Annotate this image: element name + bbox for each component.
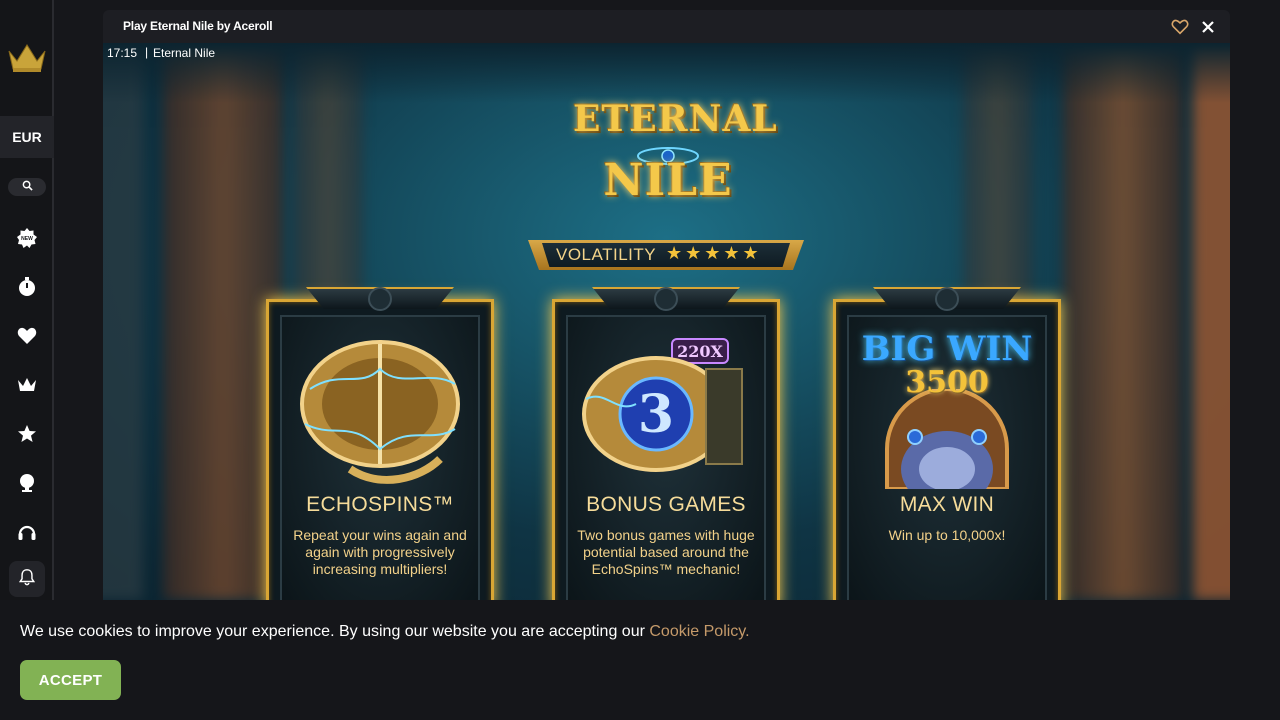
currency-label: EUR bbox=[12, 129, 42, 145]
crown-icon bbox=[17, 375, 37, 400]
card-cap-ornament bbox=[368, 287, 392, 311]
feature-card-bonus-games: 220X 3 BONUS GAMES Two bonus games with … bbox=[552, 287, 780, 600]
headset-icon bbox=[17, 522, 37, 547]
nav-popular[interactable] bbox=[15, 424, 39, 448]
game-clock: 17:15 bbox=[107, 46, 138, 60]
card-description: Repeat your wins again and again with pr… bbox=[293, 527, 467, 577]
multiplier-badge: 220X bbox=[677, 342, 723, 361]
logo-line-1: ETERNAL bbox=[573, 98, 778, 140]
background-pillar bbox=[1063, 43, 1183, 600]
nav-support[interactable] bbox=[15, 522, 39, 546]
cookie-banner: We use cookies to improve your experienc… bbox=[0, 600, 1280, 720]
card-cap-ornament bbox=[654, 287, 678, 311]
feature-card-max-win: BIG WIN 3500 MAX WIN Win up to 10,000x! bbox=[833, 287, 1061, 600]
game-canvas[interactable]: 17:15 | Eternal Nile ETERNAL NILE VOLATI… bbox=[103, 43, 1230, 600]
sidebar: EUR NEW bbox=[0, 0, 54, 600]
nav-vip[interactable] bbox=[15, 375, 39, 399]
nav-favorites[interactable] bbox=[15, 326, 39, 350]
heart-icon bbox=[17, 326, 37, 351]
golden-eye-icon bbox=[300, 340, 460, 484]
background-pillar bbox=[163, 43, 283, 600]
background-pillar bbox=[103, 43, 143, 600]
new-badge-text: NEW bbox=[21, 236, 33, 242]
cookie-message: We use cookies to improve your experienc… bbox=[20, 623, 750, 641]
search-icon bbox=[22, 178, 33, 196]
close-icon bbox=[1199, 21, 1217, 40]
cookie-policy-link[interactable]: Cookie Policy. bbox=[649, 623, 749, 640]
card-title: MAX WIN bbox=[899, 493, 995, 516]
game-logo: ETERNAL NILE bbox=[573, 93, 778, 228]
star-icon bbox=[17, 424, 37, 449]
app-root: EUR NEW Play Eternal Nile by Aceroll 17:… bbox=[0, 0, 1280, 720]
timer-icon bbox=[17, 276, 37, 302]
crown-logo-icon[interactable] bbox=[7, 43, 47, 73]
notifications-button[interactable] bbox=[9, 561, 45, 597]
currency-button[interactable]: EUR bbox=[0, 116, 54, 158]
portal-icon bbox=[885, 389, 1009, 489]
feature-card-echospins: ECHOSPINS™ Repeat your wins again and ag… bbox=[266, 287, 494, 600]
heart-outline-icon bbox=[1171, 19, 1189, 40]
big-win-amount: 3500 bbox=[905, 365, 989, 400]
hud-separator: | bbox=[145, 45, 149, 59]
nav-timer[interactable] bbox=[15, 276, 39, 302]
big-win-art: BIG WIN 3500 bbox=[857, 329, 1037, 489]
nav-tournaments[interactable] bbox=[15, 473, 39, 497]
logo-line-2: NILE bbox=[603, 155, 733, 206]
big-win-line: BIG WIN bbox=[861, 329, 1033, 369]
accept-cookies-button[interactable]: ACCEPT bbox=[20, 660, 121, 700]
card-title: BONUS GAMES bbox=[586, 493, 746, 516]
cookie-message-text: We use cookies to improve your experienc… bbox=[20, 623, 650, 640]
search-button[interactable] bbox=[8, 178, 46, 196]
new-badge-icon: NEW bbox=[17, 227, 37, 253]
card-description: Two bonus games with huge potential base… bbox=[577, 527, 755, 577]
blue-eye-orb-icon: 220X 3 bbox=[582, 338, 743, 472]
card-title: ECHOSPINS™ bbox=[306, 493, 454, 516]
game-title-bar: Play Eternal Nile by Aceroll bbox=[103, 10, 1230, 43]
favorite-button[interactable] bbox=[1171, 18, 1189, 36]
close-button[interactable] bbox=[1199, 18, 1217, 36]
big-win-banner: BIG WIN 3500 bbox=[857, 329, 1037, 400]
bell-icon bbox=[18, 568, 36, 591]
volatility-stars: ★★★★★ bbox=[666, 243, 762, 263]
volatility-label: VOLATILITY bbox=[556, 245, 657, 264]
trophy-icon bbox=[17, 473, 37, 498]
orb-number: 3 bbox=[638, 384, 674, 445]
game-name-label: Eternal Nile bbox=[153, 46, 216, 60]
card-description: Win up to 10,000x! bbox=[888, 527, 1006, 543]
game-window-title: Play Eternal Nile by Aceroll bbox=[123, 19, 273, 33]
nav-new-games[interactable]: NEW bbox=[15, 227, 39, 253]
game-window: Play Eternal Nile by Aceroll 17:15 | Ete… bbox=[103, 10, 1230, 600]
card-cap-ornament bbox=[935, 287, 959, 311]
volatility-bar: VOLATILITY ★★★★★ bbox=[528, 240, 804, 270]
background-pillar bbox=[1193, 43, 1230, 600]
